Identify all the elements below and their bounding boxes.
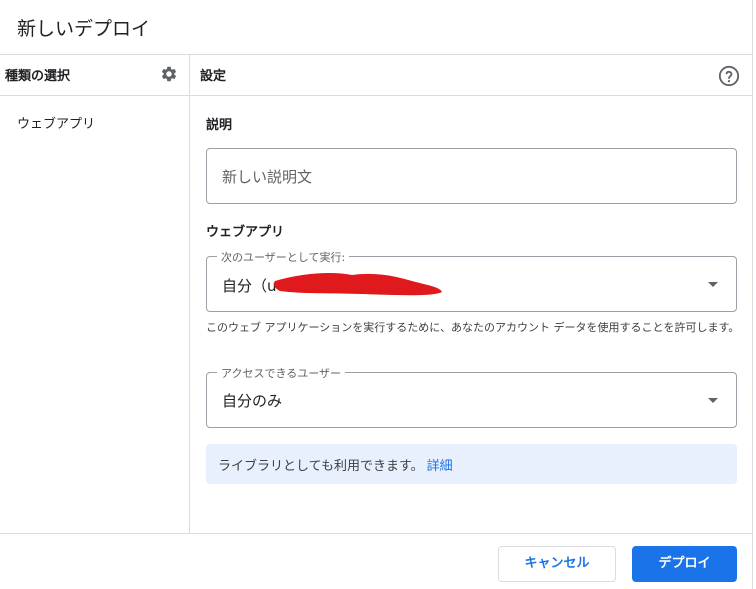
access-legend: アクセスできるユーザー [217, 365, 346, 381]
learn-more-link[interactable]: 詳細 [427, 459, 453, 474]
new-deployment-dialog: 新しいデプロイ 種類の選択 ウェブアプリ 設定 説明 新しい説明文 ウェブアプリ… [0, 0, 753, 589]
redaction-mark [274, 273, 442, 296]
sidebar-divider [189, 55, 190, 533]
execute-as-help-text: このウェブ アプリケーションを実行するために、あなたのアカウント データを使用す… [206, 321, 740, 334]
footer-divider [0, 533, 752, 534]
sidebar-item-webapp[interactable]: ウェブアプリ [0, 107, 188, 137]
section-header-divider [0, 95, 752, 96]
dialog-title: 新しいデプロイ [17, 18, 151, 40]
description-label: 説明 [206, 118, 233, 133]
chevron-down-icon [708, 282, 718, 287]
execute-as-value: 自分（u [222, 277, 277, 295]
chevron-down-icon [708, 398, 718, 403]
description-placeholder: 新しい説明文 [222, 168, 313, 186]
deploy-button[interactable]: デプロイ [632, 546, 737, 582]
help-icon[interactable] [718, 65, 740, 87]
cancel-button[interactable]: キャンセル [498, 546, 616, 582]
webapp-section-label: ウェブアプリ [206, 225, 285, 240]
sidebar-heading: 種類の選択 [5, 69, 71, 84]
description-field[interactable]: 新しい説明文 [206, 148, 737, 204]
sidebar-item-label: ウェブアプリ [17, 117, 96, 132]
execute-as-legend: 次のユーザーとして実行: [217, 249, 350, 265]
library-notice-text: ライブラリとしても利用できます。 [218, 459, 424, 474]
gear-icon[interactable] [160, 65, 178, 83]
access-select[interactable]: アクセスできるユーザー 自分のみ [206, 365, 737, 428]
settings-heading: 設定 [200, 69, 227, 84]
access-value: 自分のみ [222, 392, 283, 410]
header-divider [0, 54, 752, 55]
library-notice: ライブラリとしても利用できます。 詳細 [206, 444, 737, 484]
